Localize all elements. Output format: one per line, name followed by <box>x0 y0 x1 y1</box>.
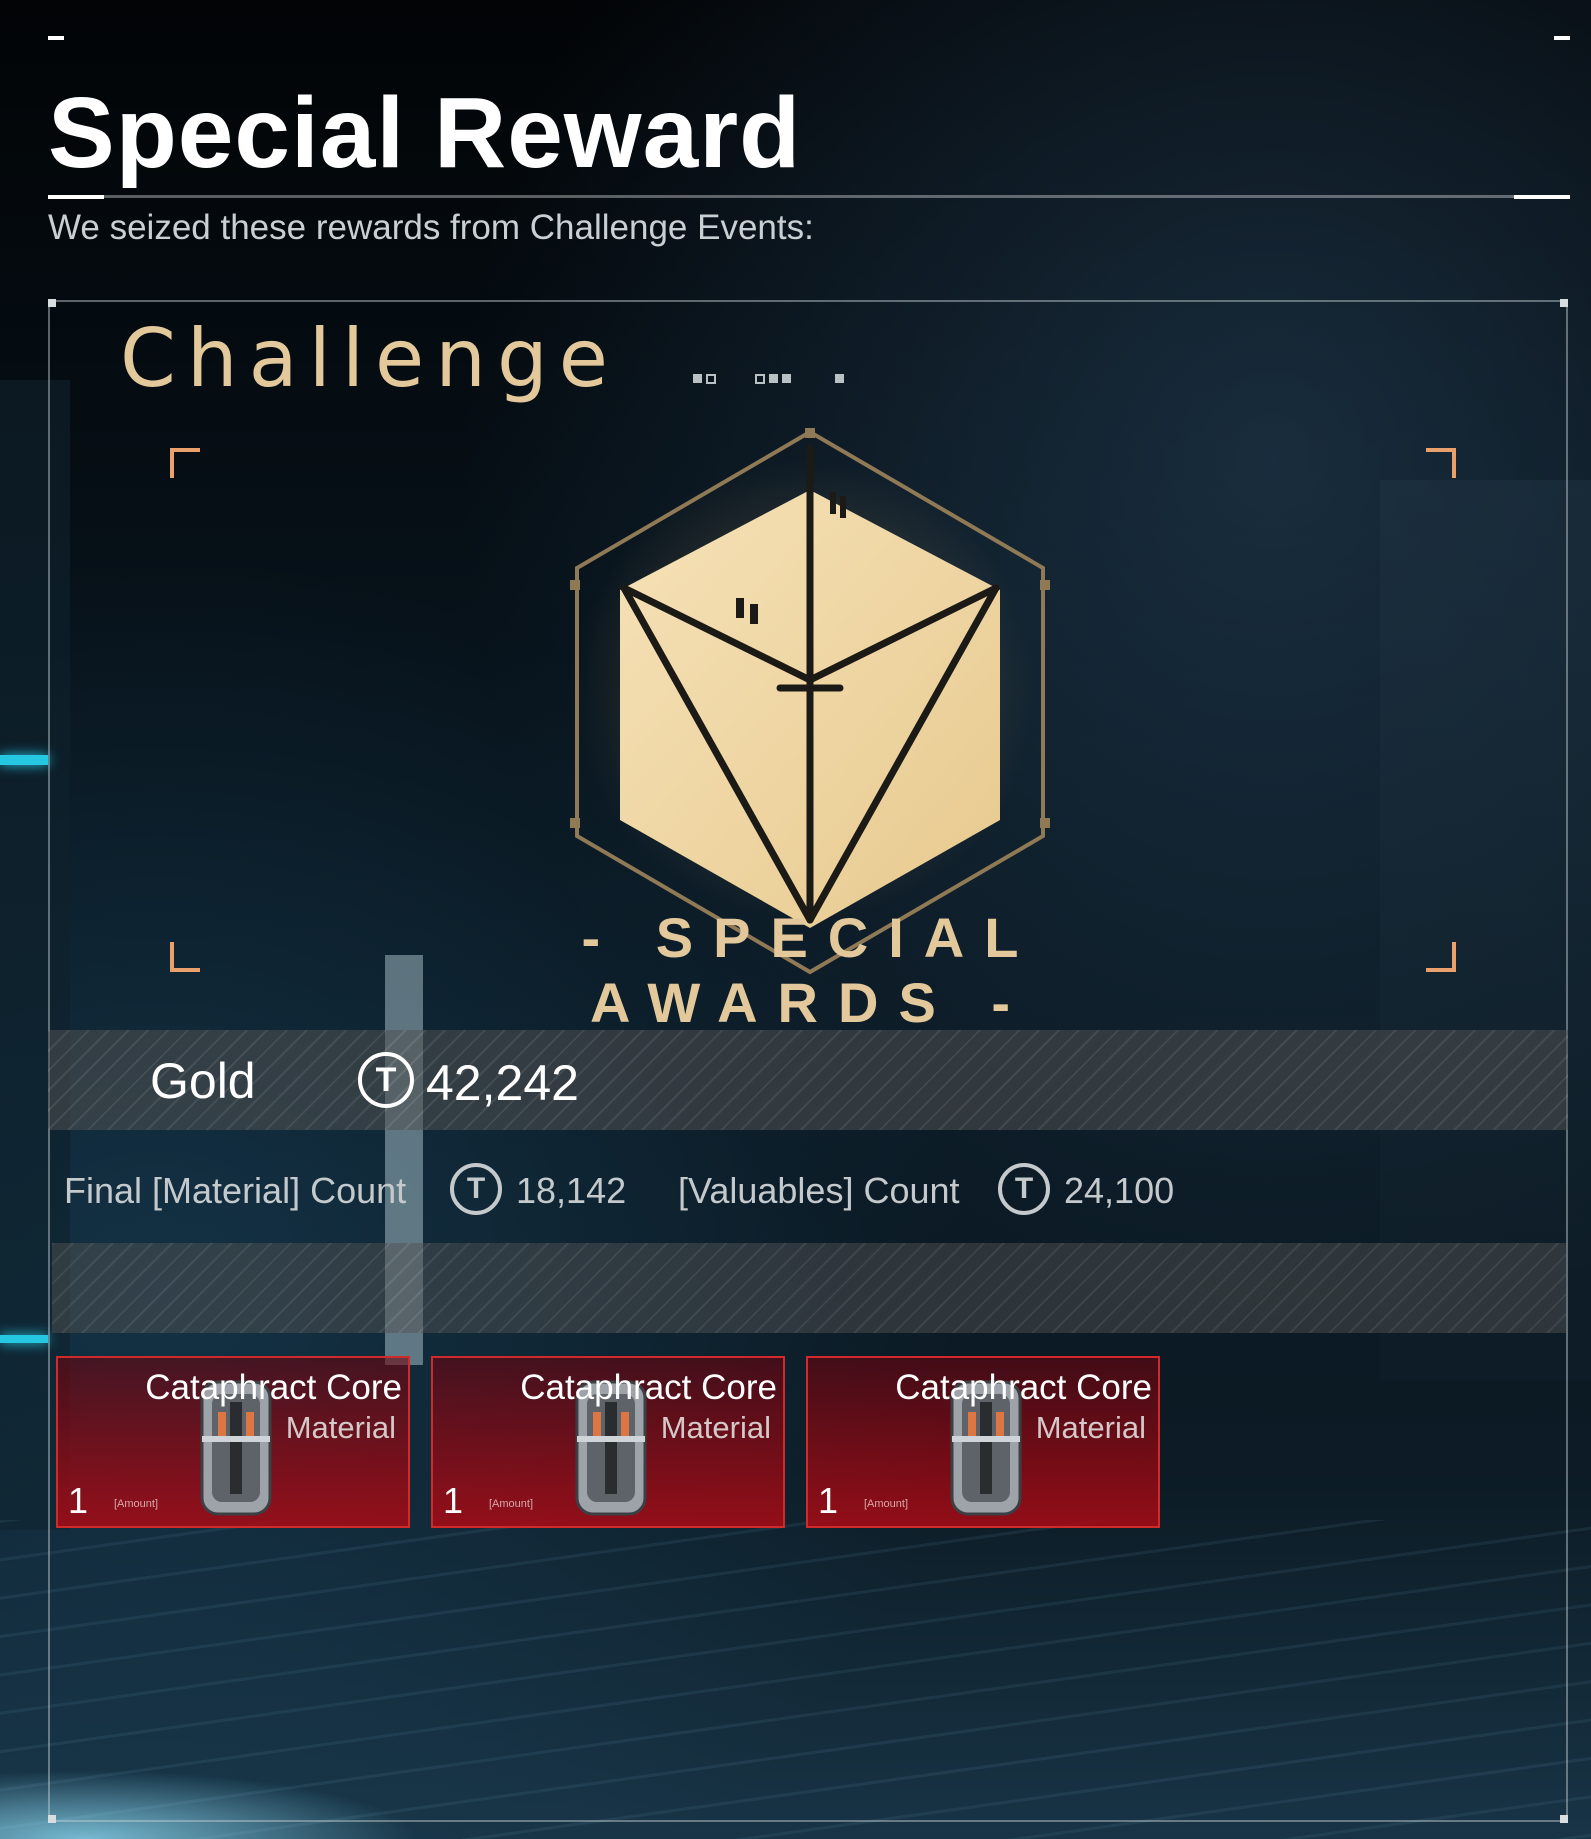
decor-squares <box>755 374 791 384</box>
reward-name: Cataphract Core <box>895 1368 1152 1407</box>
valuables-count-value: 24,100 <box>1064 1170 1175 1211</box>
coin-icon: T <box>998 1163 1050 1215</box>
reward-quantity: 1 <box>68 1480 89 1521</box>
title-divider-accent-right <box>1514 195 1570 199</box>
coin-icon: T <box>358 1052 414 1108</box>
material-count-label: Final [Material] Count <box>64 1170 407 1211</box>
frame-corner-dot <box>48 1815 56 1823</box>
frame-corner-dot <box>48 299 56 307</box>
reward-type: Material <box>660 1410 771 1445</box>
title-divider-accent-left <box>48 195 104 199</box>
decor-squares <box>693 374 716 384</box>
frame-corner-dot <box>1560 299 1568 307</box>
frame-corner-dot <box>1560 1815 1568 1823</box>
decor-squares <box>835 374 844 383</box>
reward-type: Material <box>1035 1410 1146 1445</box>
bracket-top-right <box>1426 448 1456 478</box>
gold-row <box>48 1030 1568 1130</box>
bracket-bottom-left <box>170 942 200 972</box>
page-title: Special Reward <box>48 77 802 189</box>
background-light-strip <box>0 1335 48 1343</box>
title-divider <box>48 195 1570 198</box>
coin-icon: T <box>450 1163 502 1215</box>
material-count-value: 18,142 <box>516 1170 627 1211</box>
gold-label: Gold <box>150 1053 256 1109</box>
reward-card[interactable]: Cataphract Core Material 1 [Amount] <box>431 1356 785 1528</box>
reward-type: Material <box>285 1410 396 1445</box>
gold-value: 42,242 <box>426 1055 579 1111</box>
bracket-bottom-right <box>1426 942 1456 972</box>
reward-amount-label: [Amount] <box>864 1498 909 1510</box>
reward-name: Cataphract Core <box>520 1368 777 1407</box>
special-awards-cube-icon <box>570 428 1050 975</box>
background-light-strip <box>0 755 48 765</box>
reward-amount-label: [Amount] <box>489 1498 534 1510</box>
bracket-top-left <box>170 448 200 478</box>
reward-quantity: 1 <box>818 1480 839 1521</box>
reward-card[interactable]: Cataphract Core Material 1 [Amount] <box>806 1356 1160 1528</box>
corner-tick-right <box>1554 36 1570 40</box>
reward-card[interactable]: Cataphract Core Material 1 [Amount] <box>56 1356 410 1528</box>
page-subtitle: We seized these rewards from Challenge E… <box>48 208 814 247</box>
reward-quantity: 1 <box>443 1480 464 1521</box>
valuables-count-label: [Valuables] Count <box>678 1170 960 1211</box>
category-title: Challenge <box>120 312 619 405</box>
emblem-caption: - SPECIAL AWARDS - <box>581 906 1039 1034</box>
reward-amount-label: [Amount] <box>114 1498 159 1510</box>
reward-name: Cataphract Core <box>145 1368 402 1407</box>
corner-tick-left <box>48 36 64 40</box>
empty-row <box>52 1243 1566 1333</box>
